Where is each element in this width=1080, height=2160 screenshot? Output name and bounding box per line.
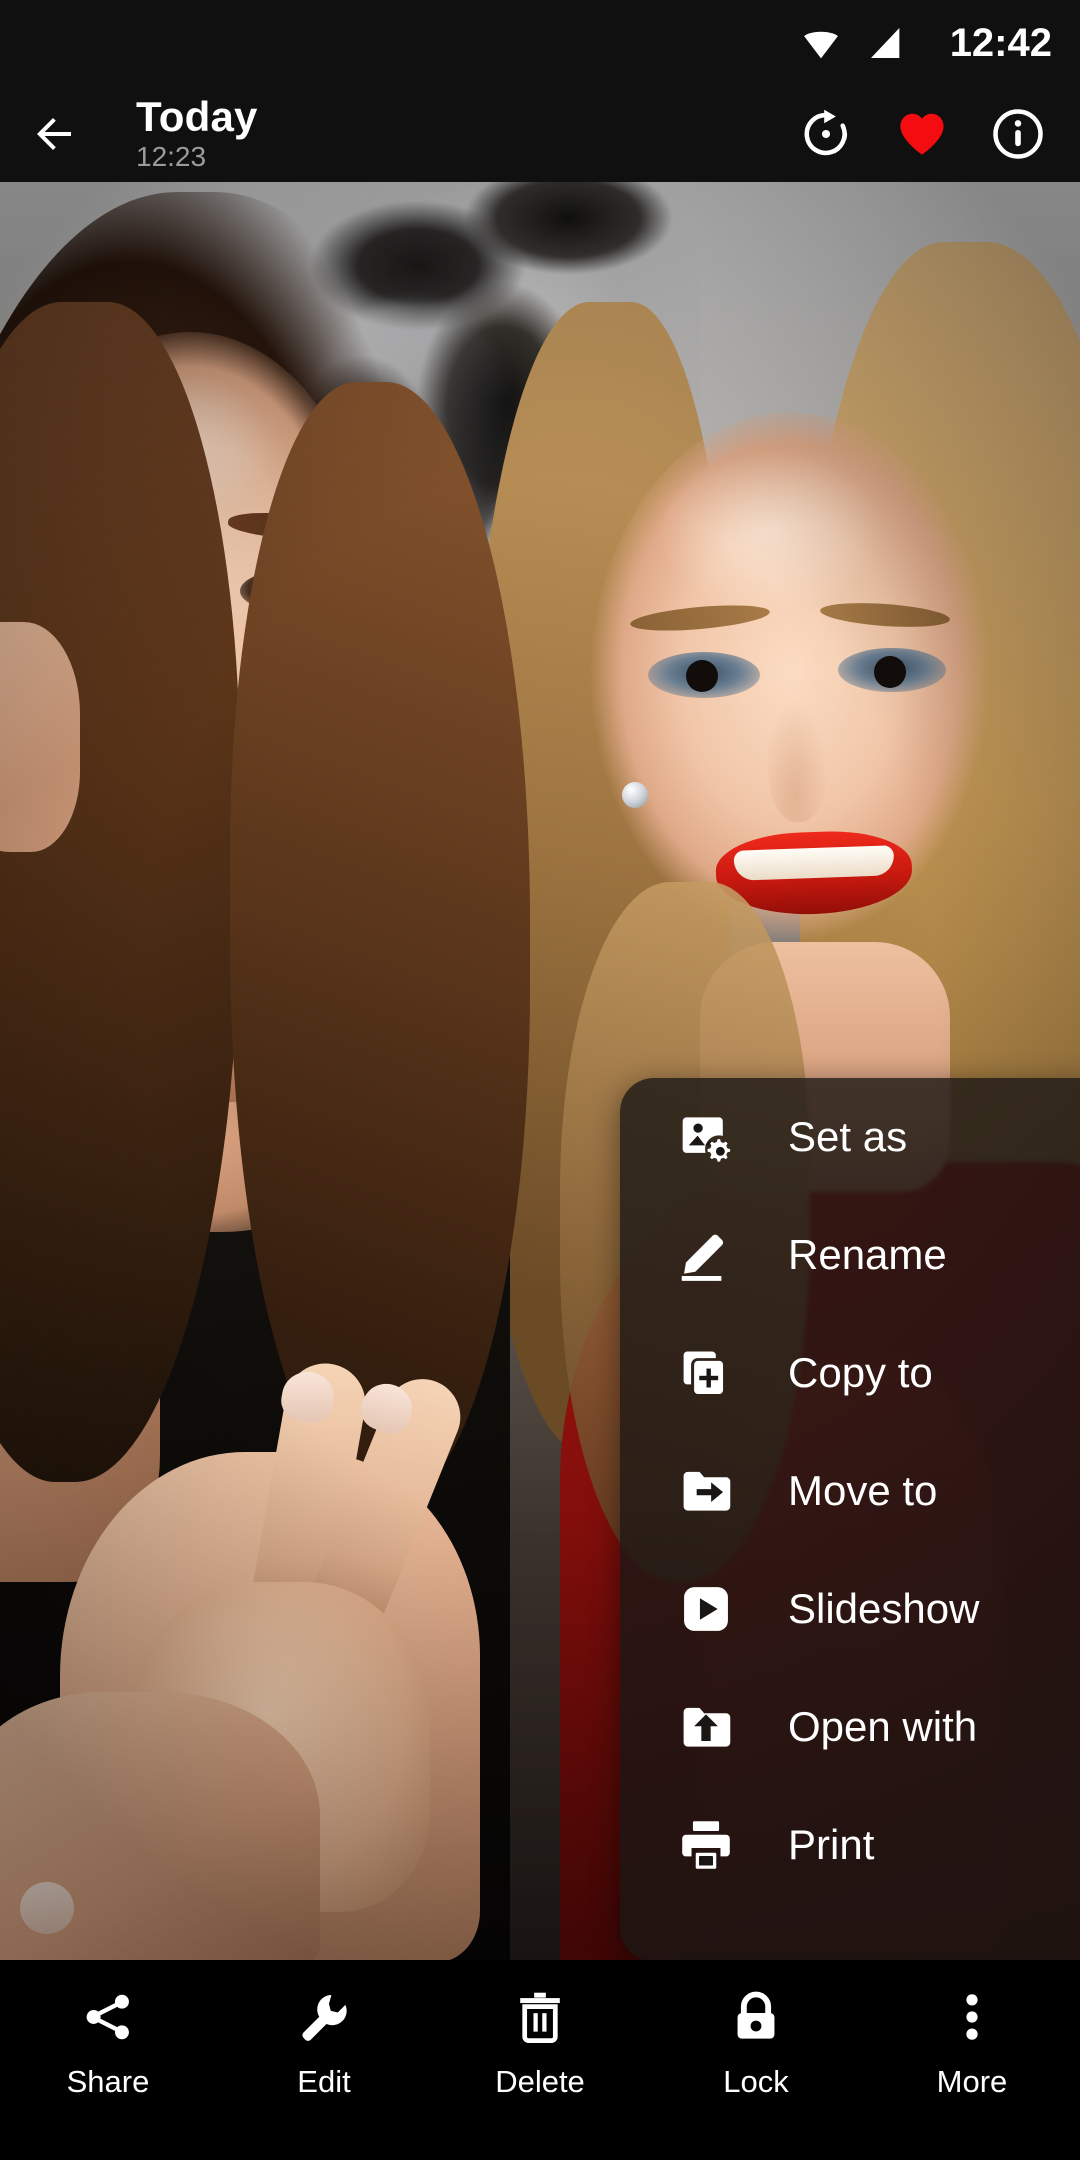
app-bar-actions	[778, 86, 1080, 182]
status-icon-group: 12:42	[798, 20, 1052, 66]
menu-item-label: Open with	[788, 1703, 978, 1750]
menu-item-slideshow[interactable]: Slideshow	[620, 1550, 1080, 1668]
menu-item-rename[interactable]: Rename	[620, 1196, 1080, 1314]
rotate-icon	[804, 109, 848, 156]
slideshow-play-icon	[674, 1577, 738, 1641]
back-arrow-icon	[37, 118, 71, 150]
more-vertical-icon	[943, 1988, 1001, 2046]
menu-item-copy-to[interactable]: Copy to	[620, 1314, 1080, 1432]
menu-item-move-to[interactable]: Move to	[620, 1432, 1080, 1550]
copy-to-icon	[674, 1341, 738, 1405]
bottom-item-label: Edit	[297, 2064, 351, 2099]
edit-wrench-icon	[295, 1988, 353, 2046]
share-icon	[79, 1988, 137, 2046]
menu-item-label: Print	[788, 1821, 875, 1868]
wifi-icon	[798, 20, 844, 66]
menu-item-set-as[interactable]: Set as	[620, 1078, 1080, 1196]
rotate-button[interactable]	[778, 86, 874, 182]
menu-item-label: Rename	[788, 1231, 947, 1278]
more-button[interactable]: More	[864, 1960, 1080, 2160]
page-subtitle: 12:23	[136, 141, 207, 172]
print-icon	[674, 1813, 738, 1877]
menu-item-label: Move to	[788, 1467, 938, 1514]
open-with-icon	[674, 1695, 738, 1759]
signal-icon	[866, 21, 906, 65]
context-menu[interactable]: Set as Rename Copy to Move to Slideshow …	[620, 1078, 1080, 1962]
info-icon	[993, 109, 1043, 159]
favorite-button[interactable]	[874, 86, 970, 182]
delete-trash-icon	[511, 1988, 569, 2046]
menu-item-print[interactable]: Print	[620, 1786, 1080, 1904]
rename-pencil-icon	[674, 1223, 738, 1287]
bottom-action-bar: Share Edit Delete Lock More	[0, 1960, 1080, 2160]
back-button[interactable]	[0, 86, 110, 182]
app-bar: Today 12:23	[0, 86, 1080, 182]
menu-item-label: Copy to	[788, 1349, 933, 1396]
menu-item-label: Set as	[788, 1113, 908, 1160]
favorite-heart-icon	[900, 113, 944, 155]
bottom-item-label: Share	[66, 2064, 150, 2099]
delete-button[interactable]: Delete	[432, 1960, 648, 2160]
info-button[interactable]	[970, 86, 1066, 182]
status-bar: 12:42	[0, 0, 1080, 86]
lock-button[interactable]: Lock	[648, 1960, 864, 2160]
edit-button[interactable]: Edit	[216, 1960, 432, 2160]
lock-icon	[727, 1988, 785, 2046]
share-button[interactable]: Share	[0, 1960, 216, 2160]
bottom-item-label: Lock	[723, 2064, 789, 2099]
menu-item-open-with[interactable]: Open with	[620, 1668, 1080, 1786]
photo-viewer-screen: 12:42 Today 12:23 Set as Rename Copy to …	[0, 0, 1080, 2160]
move-to-folder-icon	[674, 1459, 738, 1523]
set-as-wallpaper-icon	[674, 1105, 738, 1169]
status-clock: 12:42	[949, 21, 1052, 65]
menu-item-label: Slideshow	[788, 1585, 980, 1632]
bottom-item-label: Delete	[495, 2064, 585, 2099]
bottom-item-label: More	[936, 2064, 1008, 2099]
title-block: Today 12:23	[136, 95, 778, 173]
page-title: Today	[136, 93, 258, 140]
